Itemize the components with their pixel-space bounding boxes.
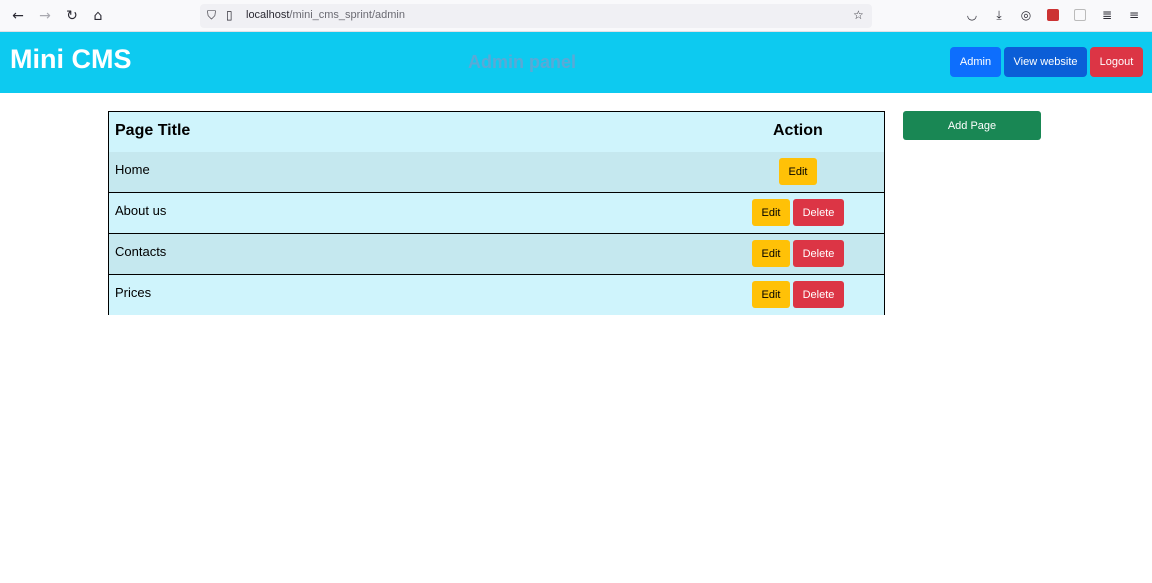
page-title-cell: Home — [115, 162, 150, 177]
edit-button[interactable]: Edit — [752, 281, 790, 308]
url-text[interactable]: localhost/mini_cms_sprint/admin — [246, 9, 405, 21]
shield-icon[interactable]: ⛉ — [207, 8, 216, 23]
admin-button[interactable]: Admin — [950, 47, 1001, 77]
page-title-cell: About us — [115, 203, 167, 218]
table-row: Home Edit — [109, 152, 884, 193]
edit-button[interactable]: Edit — [752, 199, 790, 226]
download-icon[interactable]: ⤓ — [991, 7, 1007, 23]
column-header-action: Action — [773, 122, 823, 139]
add-page-button[interactable]: Add Page — [903, 111, 1041, 140]
delete-button[interactable]: Delete — [793, 199, 844, 226]
url-path: /mini_cms_sprint/admin — [289, 9, 405, 21]
browser-toolbar: ← → ↻ ⌂ ⛉ ▯ localhost/mini_cms_sprint/ad… — [0, 0, 1152, 32]
brand-title[interactable]: Mini CMS — [10, 44, 132, 75]
delete-button[interactable]: Delete — [793, 240, 844, 267]
reload-icon[interactable]: ↻ — [62, 6, 82, 26]
pages-table: Page Title Action Home Edit About us Edi… — [108, 111, 885, 315]
extension-pdf-icon[interactable] — [1045, 7, 1061, 23]
logout-button[interactable]: Logout — [1090, 47, 1143, 77]
pocket-icon[interactable]: ◡ — [964, 7, 980, 23]
edit-button[interactable]: Edit — [779, 158, 817, 185]
address-bar[interactable]: ⛉ ▯ localhost/mini_cms_sprint/admin ☆ — [200, 4, 872, 28]
edit-button[interactable]: Edit — [752, 240, 790, 267]
page-info-icon[interactable]: ▯ — [226, 8, 233, 22]
delete-button[interactable]: Delete — [793, 281, 844, 308]
column-header-page-title: Page Title — [115, 122, 191, 139]
back-arrow-icon[interactable]: ← — [8, 6, 28, 26]
extension-stack-icon[interactable]: ≣ — [1099, 7, 1115, 23]
url-host: localhost — [246, 9, 290, 21]
app-header: Mini CMS Admin panel Admin View website … — [0, 32, 1152, 93]
home-icon[interactable]: ⌂ — [88, 6, 108, 26]
view-website-button[interactable]: View website — [1004, 47, 1087, 77]
menu-icon[interactable]: ≡ — [1126, 7, 1142, 23]
table-header-row: Page Title Action — [109, 112, 884, 152]
forward-arrow-icon[interactable]: → — [35, 6, 55, 26]
page-title-cell: Prices — [115, 285, 152, 300]
table-row: Contacts Edit Delete — [109, 234, 884, 275]
table-row: About us Edit Delete — [109, 193, 884, 234]
extension-box-icon[interactable] — [1072, 7, 1088, 23]
bookmark-star-icon[interactable]: ☆ — [853, 8, 864, 22]
compass-icon[interactable]: ◎ — [1018, 7, 1034, 23]
table-row: Prices Edit Delete — [109, 275, 884, 315]
page-title-cell: Contacts — [115, 244, 167, 259]
panel-title: Admin panel — [468, 52, 577, 72]
